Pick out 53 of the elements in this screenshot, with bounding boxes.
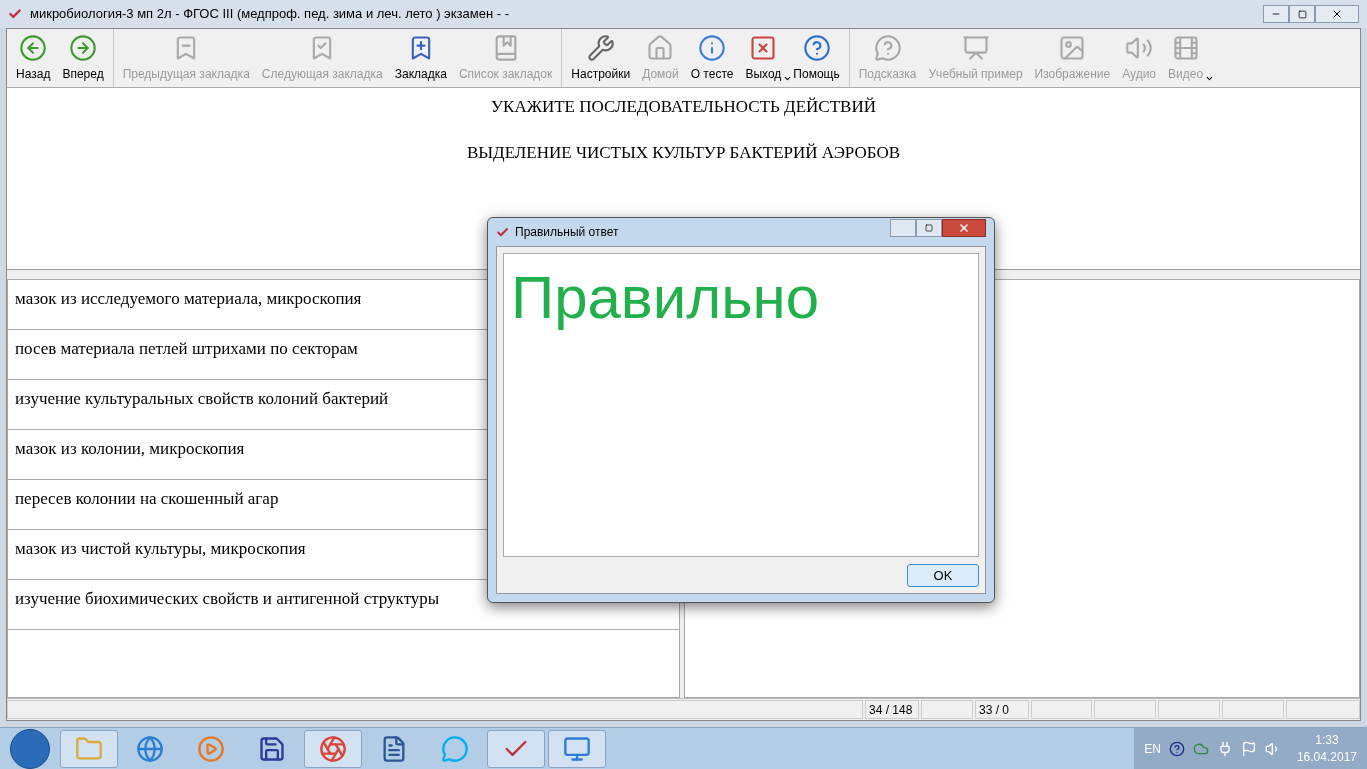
maximize-icon xyxy=(925,224,933,232)
info-icon xyxy=(698,34,727,62)
close-button[interactable] xyxy=(1315,5,1359,23)
question-instruction: УКАЖИТЕ ПОСЛЕДОВАТЕЛЬНОСТЬ ДЕЙСТВИЙ xyxy=(491,96,876,118)
help-icon xyxy=(802,34,831,62)
window-title: микробиология-3 мп 2л - ФГОС III (медпроф. пед. зима и леч. лето ) экзамен - - xyxy=(30,5,509,24)
maximize-button[interactable] xyxy=(916,219,942,237)
close-icon xyxy=(1331,8,1343,20)
minimize-button[interactable] xyxy=(890,219,916,237)
status-cell xyxy=(1158,700,1220,719)
status-cell xyxy=(1031,700,1092,719)
app-logo-icon xyxy=(8,7,22,21)
toolbar-button[interactable]: Вперед xyxy=(57,29,109,87)
toolbar-button[interactable]: Назад xyxy=(11,29,56,87)
globe-icon xyxy=(136,734,164,763)
start-button[interactable] xyxy=(10,728,50,769)
play-icon xyxy=(197,734,225,763)
app-logo-icon xyxy=(496,225,509,239)
taskbar-button[interactable] xyxy=(304,729,362,768)
image-icon xyxy=(1058,34,1087,62)
question-title: ВЫДЕЛЕНИЕ ЧИСТЫХ КУЛЬТУР БАКТЕРИЙ АЭРОБОВ xyxy=(466,141,901,164)
close-button[interactable] xyxy=(942,219,986,237)
caret-icon xyxy=(1205,74,1215,83)
ok-button[interactable]: OK xyxy=(907,564,979,587)
toolbar-button[interactable]: О тесте xyxy=(685,29,739,87)
presentation-board-icon xyxy=(961,34,990,62)
taskbar-button[interactable] xyxy=(548,729,606,768)
status-cell xyxy=(1222,700,1284,719)
chat-bubble-icon xyxy=(441,734,469,763)
house-icon xyxy=(646,34,675,62)
film-reel-icon xyxy=(1171,34,1200,62)
status-cell: 34 / 148 xyxy=(865,700,919,719)
folder-icon xyxy=(75,734,103,763)
toolbar-button[interactable]: Помощь xyxy=(788,29,845,87)
caret-icon xyxy=(783,74,793,83)
status-cell xyxy=(1094,700,1156,719)
maximize-button[interactable] xyxy=(1289,5,1315,23)
toolbar-button[interactable]: Выход xyxy=(740,29,787,87)
maximize-icon xyxy=(1297,9,1307,19)
close-icon xyxy=(958,222,970,234)
dialog-title: Правильный ответ xyxy=(515,224,619,241)
question-bubble-icon xyxy=(873,34,902,62)
help-icon[interactable] xyxy=(1168,740,1185,757)
flag-icon[interactable] xyxy=(1240,740,1257,757)
minimize-button[interactable] xyxy=(1263,5,1289,23)
status-cell xyxy=(921,700,973,719)
close-icon xyxy=(749,34,778,62)
tools-icon xyxy=(586,34,615,62)
toolbar-button[interactable]: Закладка xyxy=(389,29,452,87)
taskbar-button[interactable] xyxy=(487,729,545,768)
toolbar-button[interactable]: Настройки xyxy=(566,29,636,87)
language-indicator: EN xyxy=(1144,740,1161,758)
status-cell: 33 / 0 xyxy=(975,700,1029,719)
